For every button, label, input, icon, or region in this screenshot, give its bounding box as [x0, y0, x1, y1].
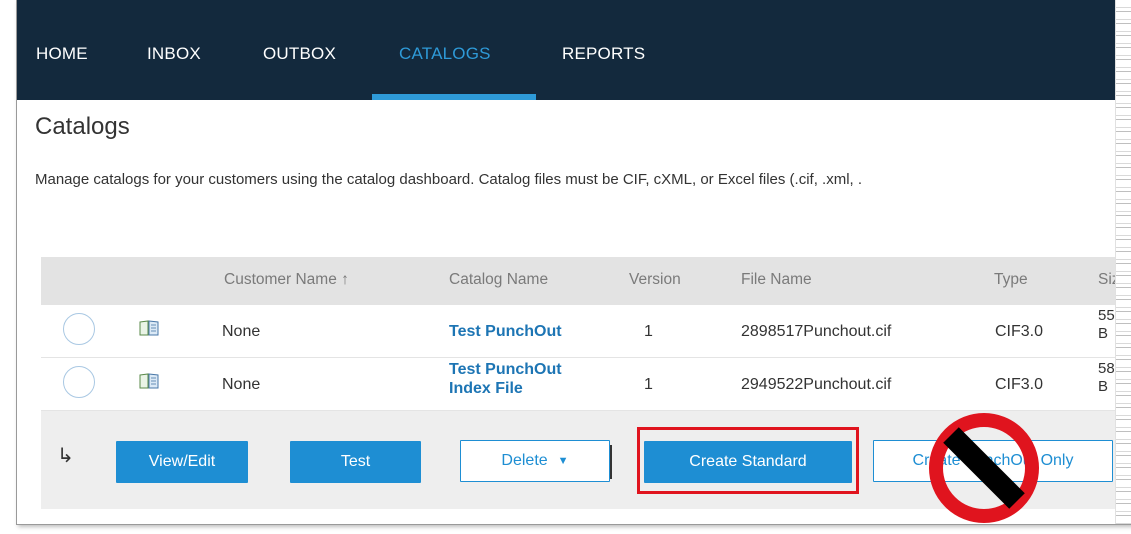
highlight-box	[637, 427, 859, 494]
column-type[interactable]: Type	[994, 271, 1028, 289]
catalog-name-line2: Index File	[449, 380, 523, 397]
cell-version: 1	[644, 376, 653, 393]
cell-size-unit: B	[1098, 378, 1109, 395]
test-button[interactable]: Test	[290, 441, 421, 483]
nav-reports[interactable]: REPORTS	[562, 44, 645, 64]
active-tab-indicator	[372, 94, 536, 100]
right-scroll-edge	[1115, 0, 1131, 524]
cell-customer: None	[222, 323, 261, 340]
page-title: Catalogs	[35, 113, 130, 140]
column-catalog-name[interactable]: Catalog Name	[449, 271, 548, 289]
top-navigation: HOME INBOX OUTBOX CATALOGS REPORTS	[17, 0, 1131, 100]
prohibited-sign-icon	[929, 413, 1039, 523]
nav-home[interactable]: HOME	[36, 44, 88, 64]
cell-version: 1	[644, 323, 653, 340]
table-row[interactable]: None Test PunchOut 1 2898517Punchout.cif…	[41, 305, 1123, 358]
view-edit-button[interactable]: View/Edit	[116, 441, 248, 483]
delete-label: Delete	[501, 452, 548, 469]
cell-file-name: 2949522Punchout.cif	[741, 376, 892, 393]
catalogs-window: HOME INBOX OUTBOX CATALOGS REPORTS Catal…	[16, 0, 1131, 525]
cell-customer: None	[222, 376, 261, 393]
page-description: Manage catalogs for your customers using…	[35, 171, 863, 188]
nav-outbox[interactable]: OUTBOX	[263, 44, 336, 64]
nav-catalogs[interactable]: CATALOGS	[399, 44, 491, 64]
cell-catalog-name-link[interactable]: Test PunchOut Index File	[449, 360, 562, 398]
column-version[interactable]: Version	[629, 271, 681, 289]
cell-type: CIF3.0	[995, 376, 1044, 393]
catalog-book-icon	[139, 320, 159, 336]
cell-type: CIF3.0	[995, 323, 1044, 340]
chevron-down-icon: ▼	[557, 455, 569, 467]
column-file-name[interactable]: File Name	[741, 271, 812, 289]
catalog-name-line1: Test PunchOut	[449, 361, 562, 378]
cell-size-unit: B	[1098, 325, 1109, 342]
delete-dropdown-button[interactable]: Delete ▼	[460, 440, 610, 482]
column-customer-name[interactable]: Customer Name ↑	[224, 271, 349, 289]
table-row[interactable]: None Test PunchOut Index File 1 2949522P…	[41, 358, 1123, 411]
button-divider	[610, 445, 612, 479]
cell-file-name: 2898517Punchout.cif	[741, 323, 892, 340]
row-select-radio[interactable]	[63, 366, 95, 398]
selection-arrow-icon: ↳	[57, 445, 74, 467]
cell-catalog-name-link[interactable]: Test PunchOut	[449, 322, 562, 341]
table-header: Customer Name ↑ Catalog Name Version Fil…	[41, 257, 1128, 305]
nav-inbox[interactable]: INBOX	[147, 44, 201, 64]
row-select-radio[interactable]	[63, 313, 95, 345]
catalog-book-icon	[139, 373, 159, 389]
